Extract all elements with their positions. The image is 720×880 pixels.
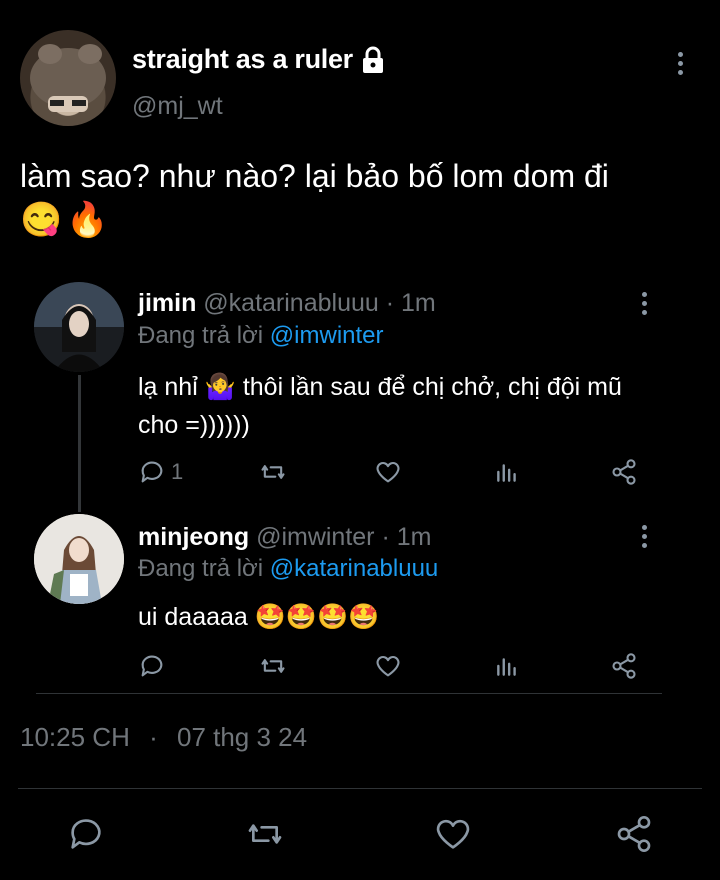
reply-name[interactable]: jimin: [138, 289, 196, 317]
reply-text-body: ui daaaaa: [138, 603, 248, 631]
replying-to-link[interactable]: @imwinter: [270, 322, 384, 349]
reply-count: 1: [171, 459, 184, 484]
reply-emoji: 🤩🤩🤩🤩: [254, 603, 380, 631]
replying-to-line: Đang trả lời @imwinter: [138, 322, 384, 350]
embedded-replies-divider: [36, 693, 662, 694]
tweet-date: 07 thg 3 24: [176, 722, 308, 752]
author-handle[interactable]: @mj_wt: [132, 92, 223, 121]
author-display-name[interactable]: straight as a ruler: [132, 44, 353, 75]
reply-emoji: 🤷‍♀️: [204, 373, 236, 401]
heart-icon[interactable]: [373, 458, 403, 486]
thread-line: [78, 375, 81, 512]
reply-avatar-jimin-image: [34, 282, 124, 372]
share-icon[interactable]: [610, 652, 638, 680]
reply-text: lạ nhỉ 🤷‍♀️ thôi lần sau để chị chở, chị…: [138, 368, 658, 444]
reply-icon[interactable]: [138, 652, 166, 680]
heart-icon[interactable]: [373, 652, 403, 680]
reply-text: ui daaaaa 🤩🤩🤩🤩: [138, 598, 379, 636]
share-icon[interactable]: [610, 458, 638, 486]
tweet-text: làm sao? như nào? lại bảo bố lom dom đi: [20, 158, 609, 194]
dot-separator: ·: [381, 523, 390, 551]
reply-header: jimin @katarinabluuu · 1m: [138, 289, 436, 318]
heart-icon[interactable]: [433, 814, 473, 854]
retweet-icon[interactable]: [258, 652, 288, 680]
reply-handle[interactable]: @katarinabluuu: [203, 289, 379, 317]
retweet-icon[interactable]: [245, 814, 285, 854]
reply-header: minjeong @imwinter · 1m: [138, 523, 431, 552]
reply-time: 1m: [396, 523, 432, 551]
views-icon[interactable]: [494, 458, 520, 486]
reply-avatar-minjeong[interactable]: [34, 514, 124, 604]
author-name-row: straight as a ruler: [132, 44, 385, 75]
author-avatar[interactable]: [20, 30, 116, 126]
more-vertical-icon[interactable]: [677, 52, 683, 75]
lock-icon: [361, 46, 385, 74]
more-vertical-icon[interactable]: [641, 525, 647, 548]
author-avatar-image: [30, 44, 106, 112]
tweet-timestamp-row: 10:25 CH · 07 thg 3 24: [20, 722, 307, 753]
reply-name[interactable]: minjeong: [138, 523, 249, 551]
more-vertical-icon[interactable]: [641, 292, 647, 315]
reply-text-part1: lạ nhỉ: [138, 373, 198, 401]
views-icon[interactable]: [494, 652, 520, 680]
share-icon[interactable]: [614, 814, 654, 854]
retweet-icon[interactable]: [258, 458, 288, 486]
reply-avatar-jimin[interactable]: [34, 282, 124, 372]
reply-handle[interactable]: @imwinter: [256, 523, 374, 551]
reply-icon[interactable]: [66, 814, 106, 854]
reply-icon[interactable]: [138, 458, 166, 486]
tweet-time: 10:25 CH: [20, 722, 130, 752]
dot-separator: ·: [385, 289, 395, 317]
tweet-emojis: 😋🔥: [20, 201, 113, 239]
replying-label: Đang trả lời: [138, 555, 264, 582]
replying-to-line: Đang trả lời @katarinabluuu: [138, 555, 438, 583]
replying-label: Đang trả lời: [138, 322, 264, 349]
replying-to-link[interactable]: @katarinabluuu: [270, 555, 438, 582]
reply-avatar-minjeong-image: [34, 514, 124, 604]
reply-time: 1m: [401, 289, 436, 317]
timestamp-divider: [18, 788, 702, 789]
dot-separator: ·: [149, 722, 158, 752]
